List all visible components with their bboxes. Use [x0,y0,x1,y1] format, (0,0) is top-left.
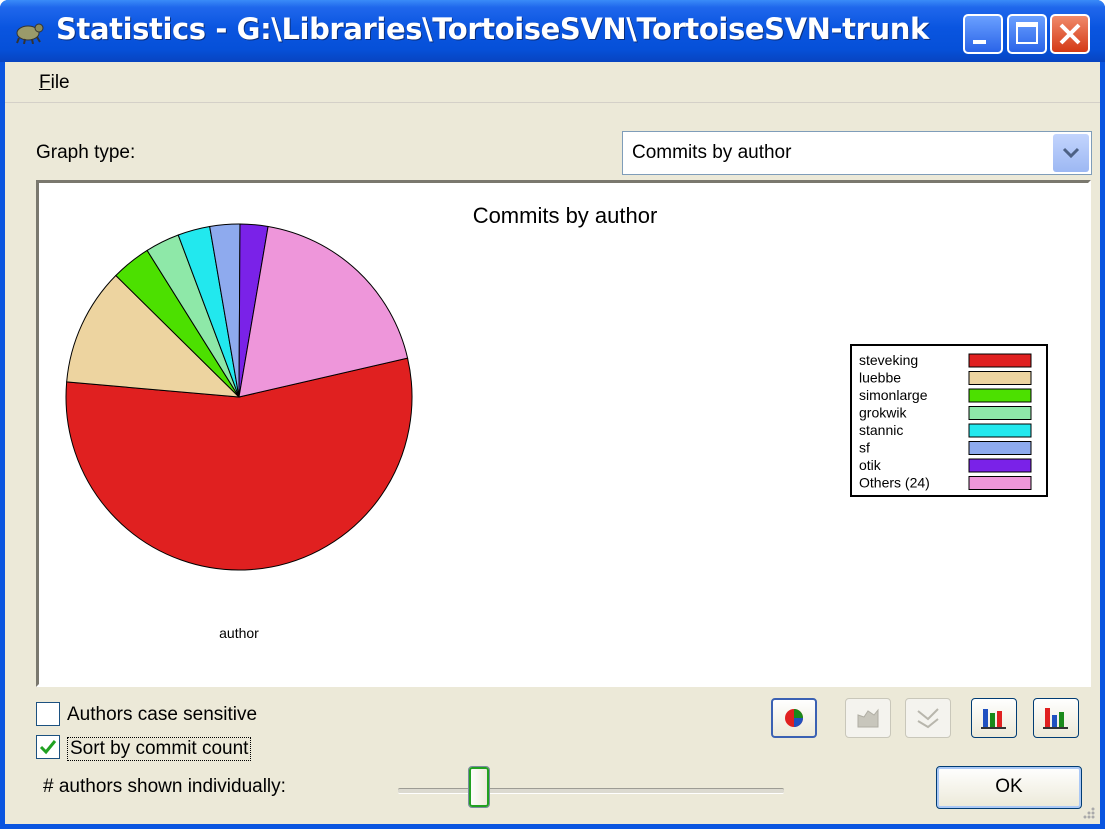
window-title: Statistics - G:\Libraries\TortoiseSVN\To… [56,12,929,46]
sort-by-commit-count-label[interactable]: Sort by commit count [67,737,252,761]
chart-area: Commits by author author steveking luebbe… [36,180,1091,687]
authors-slider-track[interactable] [398,788,784,794]
graph-type-dropdown[interactable]: Commits by author [622,131,1092,175]
title-bar[interactable]: Statistics - G:\Libraries\TortoiseSVN\To… [0,0,1105,62]
legend-swatch [968,476,1032,490]
chevron-down-icon [1062,147,1080,159]
sort-by-commit-count-checkbox[interactable] [36,735,60,759]
graph-type-value: Commits by author [632,142,792,163]
pie-chart: Commits by author author steveking luebbe… [65,203,1048,641]
dropdown-arrow-button[interactable] [1053,134,1089,172]
ok-button[interactable]: OK [936,766,1082,809]
stacked-area-chart-button[interactable] [905,698,951,738]
ok-button-label: OK [995,776,1023,797]
legend-swatch [968,406,1032,420]
bar-chart-button[interactable] [1033,698,1079,738]
minimize-button[interactable] [963,14,1003,54]
chart-legend: steveking luebbesimonlarge grokwikstannic s… [850,344,1048,497]
maximize-icon [1016,22,1038,44]
line-chart-icon [917,708,939,729]
legend-label: Others (24) [859,475,930,491]
pie-chart-icon [785,709,803,727]
legend-swatch [968,388,1032,403]
legend-label: otik [859,457,882,473]
chart-title: Commits by author [473,203,658,228]
legend-label: sf [859,440,870,456]
legend-label: luebbe [859,370,901,386]
line-chart-button[interactable] [845,698,891,738]
legend-label: simonlarge [859,387,928,403]
legend-label: stannic [859,422,903,438]
maximize-button[interactable] [1007,14,1047,54]
dialog-body: File Graph type: Commits by author Commi… [5,62,1100,824]
menu-file[interactable]: File [39,72,70,94]
x-axis-label: author [219,625,259,641]
legend-swatch [968,458,1032,473]
legend-label: steveking [859,352,918,368]
checkmark-icon [39,740,57,755]
authors-slider-thumb[interactable] [468,766,490,808]
close-button[interactable] [1050,14,1090,54]
menu-bar: File [5,62,1100,103]
authors-case-sensitive-checkbox[interactable] [36,702,60,726]
stacked-bar-chart-icon [981,709,1006,729]
legend-swatch [968,371,1032,385]
resize-grip-icon[interactable] [1080,804,1096,820]
legend-swatch [968,423,1032,438]
legend-label: grokwik [859,405,907,421]
legend-swatch [968,441,1032,455]
tortoise-icon [16,23,44,44]
graph-type-label: Graph type: [36,142,136,163]
stacked-bar-chart-button[interactable] [971,698,1017,738]
minimize-icon [973,40,986,44]
legend-swatch [968,353,1032,368]
area-chart-icon [857,708,879,728]
bar-chart-icon [1043,708,1068,729]
statistics-window: Statistics - G:\Libraries\TortoiseSVN\To… [0,0,1105,829]
close-icon [1059,23,1081,45]
authors-case-sensitive-label[interactable]: Authors case sensitive [67,704,257,726]
pie-chart-button[interactable] [771,698,817,738]
authors-shown-label: # authors shown individually: [43,776,286,797]
